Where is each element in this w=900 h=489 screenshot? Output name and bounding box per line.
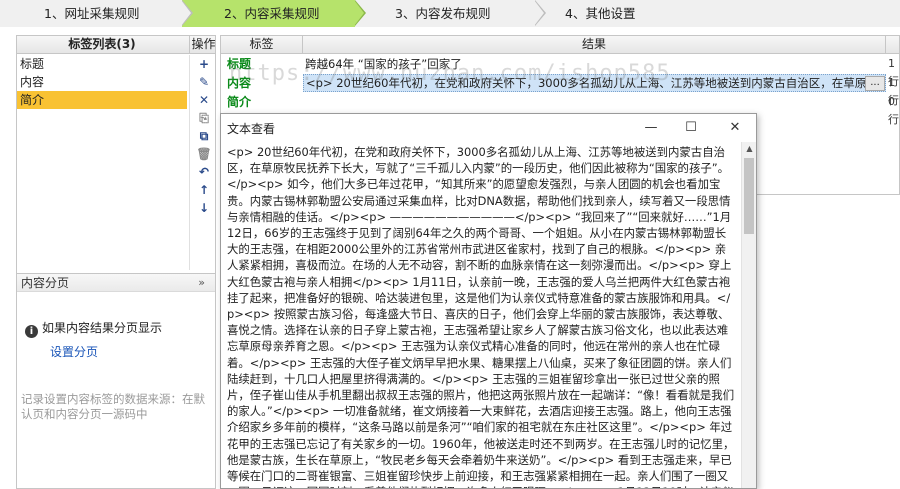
paging-info: i 如果内容结果分页显示	[25, 319, 162, 338]
step-arrow	[534, 0, 544, 26]
row-result-text: <p> 20世纪60年代初，在党和政府关怀下，3000多名孤幼儿从上海、江苏等地…	[306, 76, 886, 90]
row-tag: 内容	[227, 76, 252, 90]
tag-list-panel: 标签列表(3) 操作 标题 内容 简介 + ✎ ✕ ⎘ ⧉ 🗑 ↶ ↑ ↓ 内容…	[16, 35, 216, 489]
trash-icon[interactable]: 🗑	[190, 145, 218, 163]
dialog-title: 文本查看	[227, 122, 276, 136]
tag-item-summary[interactable]: 简介	[17, 91, 187, 109]
row-tag: 简介	[227, 95, 252, 109]
step-arrow	[354, 0, 364, 26]
step-arrow	[181, 0, 191, 26]
ops-column-title: 操作	[189, 36, 217, 54]
row-result-selected[interactable]: <p> 20世纪60年代初，在党和政府关怀下，3000多名孤幼儿从上海、江苏等地…	[303, 74, 886, 92]
wizard-steps: 1、网址采集规则 2、内容采集规则 3、内容发布规则 4、其他设置	[0, 0, 900, 27]
setup-paging-link[interactable]: 设置分页	[50, 343, 98, 360]
row-result: 跨越64年 “国家的孩子”回家了	[305, 57, 462, 71]
row-count: 0行	[888, 95, 899, 126]
scrollbar-thumb[interactable]	[744, 158, 754, 234]
table-row[interactable]: 内容 <p> 20世纪60年代初，在党和政府关怀下，3000多名孤幼儿从上海、江…	[221, 74, 900, 107]
text-view-dialog: 文本查看 — ☐ ✕ <p> 20世纪60年代初，在党和政府关怀下，3000多名…	[220, 113, 757, 489]
dialog-titlebar[interactable]: 文本查看 — ☐ ✕	[221, 114, 756, 142]
tag-list: 标题 内容 简介	[17, 55, 187, 109]
content-paging-header[interactable]: 内容分页 »	[17, 273, 215, 292]
edit-icon[interactable]: ✎	[190, 73, 218, 91]
info-icon: i	[25, 325, 38, 338]
maximize-icon[interactable]: ☐	[677, 118, 705, 138]
table-row[interactable]: 标题 跨越64年 “国家的孩子”回家了 1行	[221, 55, 900, 88]
scroll-up-icon[interactable]: ▲	[742, 144, 757, 153]
tag-list-title: 标签列表(3)	[68, 37, 136, 51]
tag-item-content[interactable]: 内容	[17, 73, 187, 91]
column-header-tag: 标签	[221, 36, 303, 54]
vertical-scrollbar[interactable]: ▲	[741, 142, 756, 488]
step-publish-rules[interactable]: 3、内容发布规则	[355, 0, 535, 27]
data-source-hint: 记录设置内容标签的数据来源：在默认页和内容分页一源码中	[21, 392, 205, 421]
column-header-result: 结果	[303, 36, 886, 54]
minimize-icon[interactable]: —	[637, 118, 665, 138]
tag-operations: + ✎ ✕ ⎘ ⧉ 🗑 ↶ ↑ ↓	[189, 55, 217, 270]
text-view-content[interactable]: <p> 20世纪60年代初，在党和政府关怀下，3000多名孤幼儿从上海、江苏等地…	[223, 142, 741, 488]
results-grid-header: 标签 结果	[221, 36, 899, 54]
copy-icon[interactable]: ⎘	[190, 109, 218, 127]
step-content-rules[interactable]: 2、内容采集规则	[182, 0, 355, 27]
view-text-button[interactable]: ...	[865, 76, 885, 91]
step-other-settings[interactable]: 4、其他设置	[535, 0, 900, 27]
table-row[interactable]: 简介 0行	[221, 93, 900, 126]
paste-icon[interactable]: ⧉	[190, 127, 218, 145]
move-down-icon[interactable]: ↓	[190, 199, 218, 217]
delete-icon[interactable]: ✕	[190, 91, 218, 109]
paging-info-text: 如果内容结果分页显示	[42, 321, 163, 335]
row-tag: 标题	[227, 57, 252, 71]
undo-icon[interactable]: ↶	[190, 163, 218, 181]
tag-item-title[interactable]: 标题	[17, 55, 187, 73]
content-paging-title: 内容分页	[21, 276, 70, 290]
step-url-rules[interactable]: 1、网址采集规则	[0, 0, 182, 27]
add-icon[interactable]: +	[190, 55, 218, 73]
move-up-icon[interactable]: ↑	[190, 181, 218, 199]
tag-list-header: 标签列表(3) 操作	[17, 36, 217, 54]
collapse-chevron-icon[interactable]: »	[198, 274, 205, 292]
close-icon[interactable]: ✕	[721, 118, 749, 138]
